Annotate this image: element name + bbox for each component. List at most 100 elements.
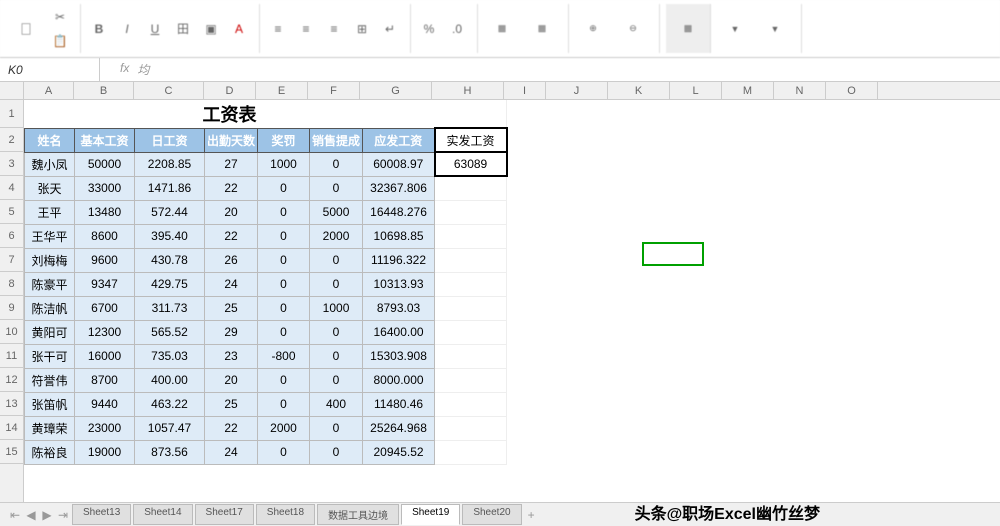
data-cell[interactable]: 23000 [75,416,135,440]
sheet-tab[interactable]: Sheet18 [256,504,315,525]
data-cell[interactable]: 陈豪平 [25,272,75,296]
column-header[interactable]: G [360,82,432,99]
data-cell[interactable]: 0 [258,392,310,416]
column-header[interactable]: C [134,82,204,99]
data-cell[interactable]: 魏小凤 [25,152,75,176]
extra-cell[interactable] [435,392,507,416]
data-cell[interactable]: 26 [205,248,258,272]
data-cell[interactable]: 陈裕良 [25,440,75,464]
data-cell[interactable]: 430.78 [135,248,205,272]
data-cell[interactable]: 1471.86 [135,176,205,200]
extra-cell[interactable] [435,200,507,224]
table-header-cell[interactable]: 出勤天数 [205,128,258,152]
format-button[interactable]: % [417,17,441,41]
data-cell[interactable]: 9347 [75,272,135,296]
data-cell[interactable]: 0 [258,248,310,272]
sheet-tab[interactable]: Sheet20 [462,504,521,525]
row-col-button[interactable]: ▦ [670,11,706,47]
data-cell[interactable]: -800 [258,344,310,368]
data-cell[interactable]: 1057.47 [135,416,205,440]
data-cell[interactable]: 22 [205,176,258,200]
filter-button[interactable]: ▼ [757,11,793,47]
wrap-button[interactable]: ↵ [378,17,402,41]
data-cell[interactable]: 735.03 [135,344,205,368]
paste-button[interactable] [8,11,44,47]
data-cell[interactable]: 2000 [258,416,310,440]
data-cell[interactable]: 张干可 [25,344,75,368]
data-cell[interactable]: 20945.52 [363,440,435,464]
decimal-button[interactable]: .0 [445,17,469,41]
data-cell[interactable]: 8600 [75,224,135,248]
conditional-format-button[interactable]: ▦ [484,11,520,47]
data-cell[interactable]: 0 [310,248,363,272]
data-cell[interactable]: 2000 [310,224,363,248]
table-header-cell[interactable]: 基本工资 [75,128,135,152]
add-sheet-button[interactable]: + [528,508,535,522]
row-header[interactable]: 6 [0,224,23,248]
italic-button[interactable]: I [115,17,139,41]
data-cell[interactable]: 10698.85 [363,224,435,248]
table-header-cell[interactable]: 日工资 [135,128,205,152]
data-cell[interactable]: 0 [310,440,363,464]
row-header[interactable]: 7 [0,248,23,272]
column-header[interactable]: O [826,82,878,99]
fill-color-button[interactable]: ▣ [199,17,223,41]
sheet-tab[interactable]: Sheet13 [72,504,131,525]
data-cell[interactable]: 33000 [75,176,135,200]
data-cell[interactable]: 0 [310,272,363,296]
table-header-cell[interactable]: 应发工资 [363,128,435,152]
data-cell[interactable]: 20 [205,200,258,224]
border-button[interactable]: 田 [171,17,195,41]
data-cell[interactable]: 2208.85 [135,152,205,176]
row-header[interactable]: 14 [0,416,23,440]
column-header[interactable]: A [24,82,74,99]
fx-icon[interactable]: fx [120,61,129,78]
extra-cell[interactable] [435,176,507,200]
data-cell[interactable]: 22 [205,224,258,248]
data-cell[interactable]: 陈洁帆 [25,296,75,320]
tab-prev-icon[interactable]: ◀ [24,508,38,522]
data-cell[interactable]: 0 [310,344,363,368]
data-cell[interactable]: 10313.93 [363,272,435,296]
data-cell[interactable]: 20 [205,368,258,392]
data-cell[interactable]: 6700 [75,296,135,320]
row-header[interactable]: 10 [0,320,23,344]
align-right-button[interactable]: ≡ [322,17,346,41]
formula-input[interactable]: 均 [137,61,149,78]
data-cell[interactable]: 0 [310,416,363,440]
merge-button[interactable]: ⊞ [350,17,374,41]
data-cell[interactable]: 9440 [75,392,135,416]
tab-first-icon[interactable]: ⇤ [8,508,22,522]
column-header[interactable]: B [74,82,134,99]
select-all-corner[interactable] [0,82,23,100]
data-cell[interactable]: 400.00 [135,368,205,392]
data-cell[interactable]: 刘梅梅 [25,248,75,272]
data-cell[interactable]: 0 [310,176,363,200]
data-cell[interactable]: 50000 [75,152,135,176]
data-cell[interactable]: 张天 [25,176,75,200]
sheet-tab[interactable]: Sheet14 [133,504,192,525]
data-cell[interactable]: 25264.968 [363,416,435,440]
extra-cell[interactable] [435,416,507,440]
row-header[interactable]: 4 [0,176,23,200]
column-header[interactable]: K [608,82,670,99]
column-header[interactable]: E [256,82,308,99]
row-header[interactable]: 2 [0,128,23,152]
extra-cell[interactable] [435,248,507,272]
data-cell[interactable]: 王平 [25,200,75,224]
data-cell[interactable]: 王华平 [25,224,75,248]
data-cell[interactable]: 12300 [75,320,135,344]
tab-last-icon[interactable]: ⇥ [56,508,70,522]
row-header[interactable]: 13 [0,392,23,416]
sheet-tab[interactable]: 数据工具边境 [317,504,399,525]
data-cell[interactable]: 19000 [75,440,135,464]
data-cell[interactable]: 32367.806 [363,176,435,200]
data-cell[interactable]: 24 [205,440,258,464]
data-cell[interactable]: 25 [205,296,258,320]
column-header[interactable]: I [504,82,546,99]
data-cell[interactable]: 8700 [75,368,135,392]
underline-button[interactable]: U [143,17,167,41]
bold-button[interactable]: B [87,17,111,41]
insert-button[interactable]: ⊕ [575,11,611,47]
data-cell[interactable]: 15303.908 [363,344,435,368]
